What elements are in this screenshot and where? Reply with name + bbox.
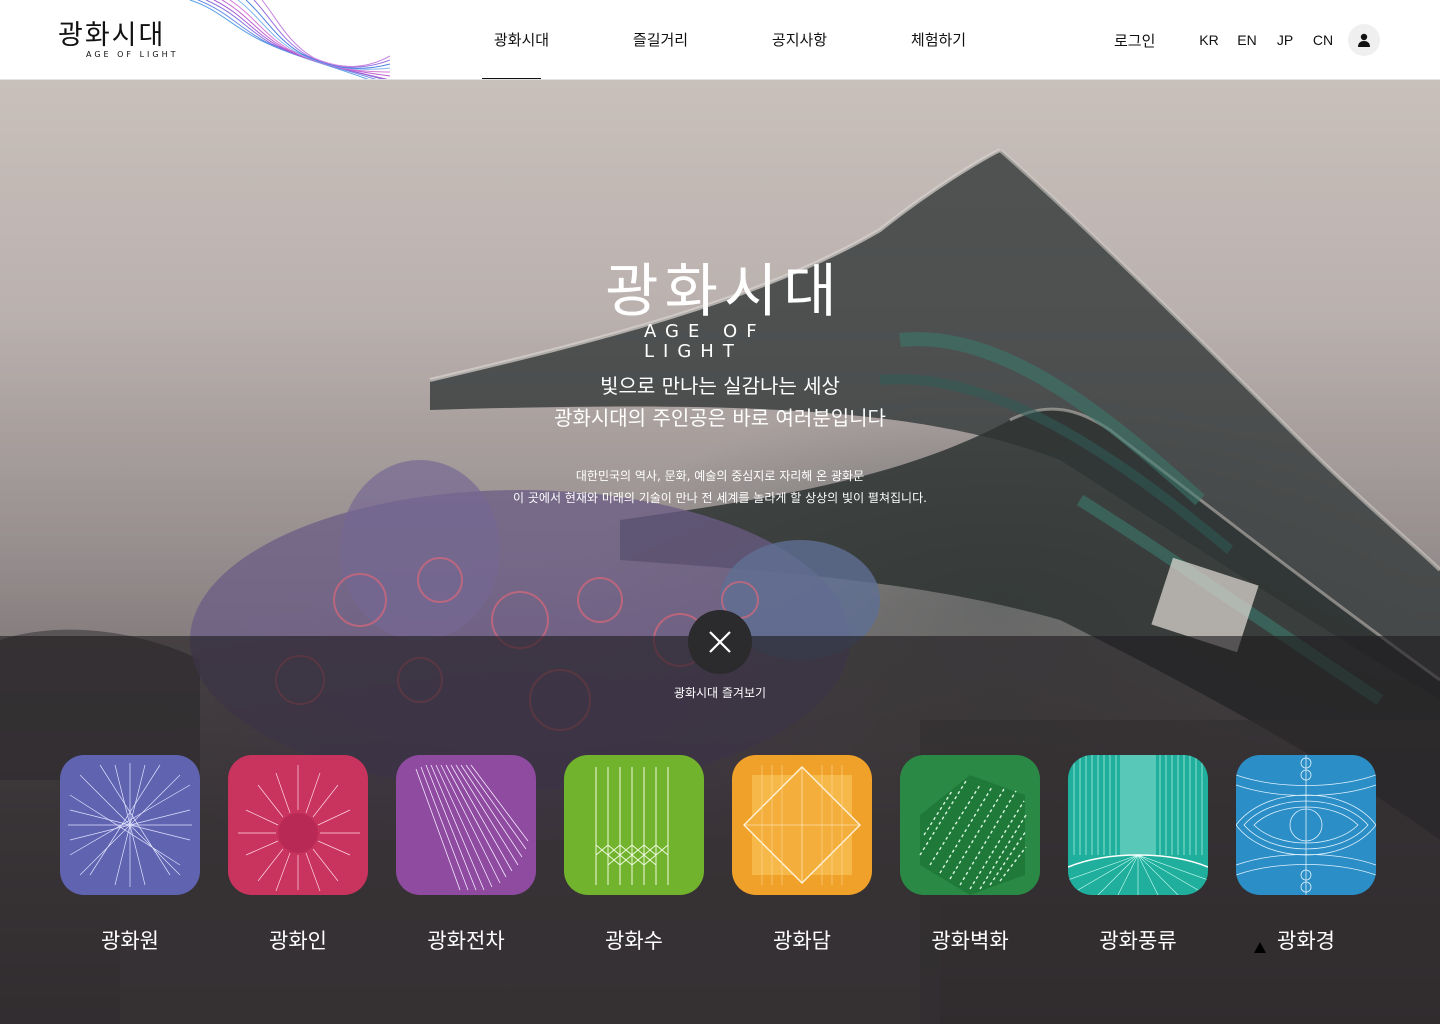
lang-cn[interactable]: CN [1304, 32, 1342, 48]
tile-gwanghwadam[interactable]: 광화담 [732, 755, 872, 955]
close-icon [709, 631, 731, 653]
hero-logo: 광화시대 AGE OF LIGHT [584, 260, 864, 362]
tile-gwanghwasu[interactable]: 광화수 [564, 755, 704, 955]
tile-label-gwanghwawon: 광화원 [101, 929, 159, 953]
nav-item-notices[interactable]: 공지사항 [730, 0, 869, 79]
mouse-cursor-icon [1254, 942, 1266, 953]
main-nav: 광화시대 즐길거리 공지사항 체험하기 [452, 0, 1008, 79]
hero-description-line1: 대한민국의 역사, 문화, 예술의 중심지로 자리해 온 광화문 [575, 469, 865, 483]
gwanghwagyeong-icon [1236, 755, 1376, 895]
logo-english: AGE OF LIGHT [86, 50, 179, 59]
tile-gwanghwa-tram[interactable]: 광화전차 [396, 755, 536, 955]
tile-gwanghwawon[interactable]: 광화원 [60, 755, 200, 955]
site-logo[interactable]: 광화시대 AGE OF LIGHT [58, 22, 198, 62]
lang-jp[interactable]: JP [1266, 32, 1304, 48]
hero-tagline-line1: 빛으로 만나는 실감나는 세상 [600, 374, 840, 398]
gwanghwain-icon [228, 755, 368, 895]
hero-title-korean: 광화시대 [605, 257, 843, 325]
tile-gwanghwagyeong[interactable]: 광화경 [1236, 755, 1376, 955]
tile-label-gwanghwa-pungryu: 광화풍류 [1099, 929, 1177, 953]
tile-label-gwanghwadam: 광화담 [773, 929, 831, 953]
language-selector: KR EN JP CN [1190, 32, 1342, 48]
gwanghwawon-icon [60, 755, 200, 895]
explore-panel-label: 광화시대 즐겨보기 [673, 686, 767, 700]
lang-en[interactable]: EN [1228, 32, 1266, 48]
hero-tagline-line2: 광화시대의 주인공은 바로 여러분입니다 [554, 406, 886, 430]
hero-description-line2: 이 곳에서 현재와 미래의 기술이 만나 전 세계를 놀라게 할 상상의 빛이 … [513, 491, 927, 505]
user-icon [1358, 33, 1370, 47]
tile-label-gwanghwain: 광화인 [269, 929, 327, 953]
site-header: 광화시대 AGE OF LIGHT 광화시대 즐길거리 공지사항 체험하기 로그… [0, 0, 1440, 80]
lang-kr[interactable]: KR [1190, 32, 1228, 48]
gwanghwadam-icon [732, 755, 872, 895]
gwanghwa-tram-icon [396, 755, 536, 895]
gwanghwa-pungryu-icon [1068, 755, 1208, 895]
nav-item-age-of-light[interactable]: 광화시대 [452, 0, 591, 79]
close-button[interactable] [688, 610, 752, 674]
user-button[interactable] [1348, 24, 1380, 56]
tile-gwanghwain[interactable]: 광화인 [228, 755, 368, 955]
login-link[interactable]: 로그인 [1114, 30, 1155, 51]
hero-title-english: AGE OF LIGHT [644, 321, 766, 362]
tile-gwanghwa-mural[interactable]: 광화벽화 [900, 755, 1040, 955]
gwanghwasu-icon [564, 755, 704, 895]
tile-label-gwanghwa-tram: 광화전차 [427, 929, 505, 953]
tile-label-gwanghwa-mural: 광화벽화 [931, 929, 1009, 953]
nav-item-experience[interactable]: 체험하기 [869, 0, 1008, 79]
nav-item-attractions[interactable]: 즐길거리 [591, 0, 730, 79]
hero-section: 광화시대 AGE OF LIGHT 빛으로 만나는 실감나는 세상 광화시대의 … [0, 80, 1440, 1024]
gwanghwa-mural-icon [900, 755, 1040, 895]
attraction-tiles: 광화원 광화인 광화전차 광화수 광화담 광화벽화 광화풍류 광화경 [60, 755, 1376, 955]
logo-korean: 광화시대 [58, 20, 166, 51]
tile-label-gwanghwasu: 광화수 [605, 929, 663, 953]
tile-gwanghwa-pungryu[interactable]: 광화풍류 [1068, 755, 1208, 955]
